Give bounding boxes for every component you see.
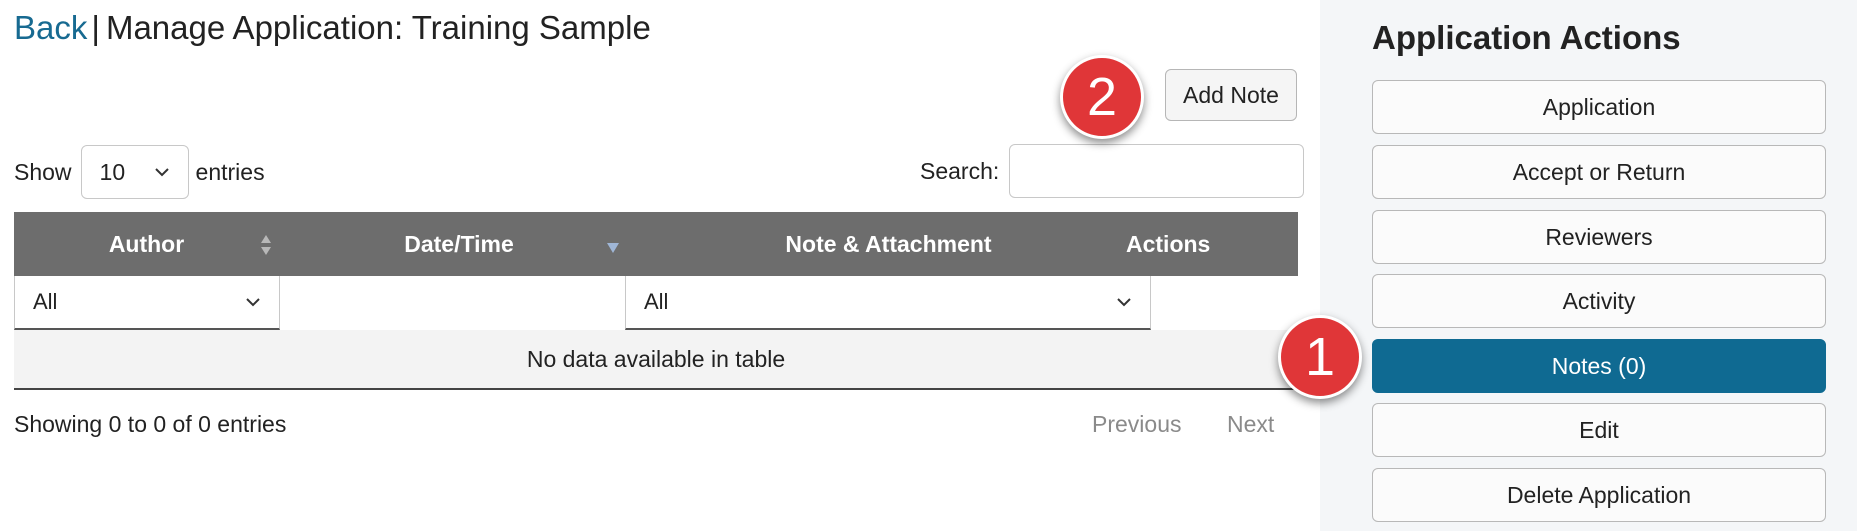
step-callout-1: 1 [1278,315,1362,399]
delete-application-button[interactable]: Delete Application [1372,468,1826,522]
entries-per-page-select[interactable]: 10 [80,145,189,199]
search-input[interactable] [1009,144,1305,198]
column-header-datetime[interactable]: Date/Time [279,212,639,276]
chevron-down-icon [1117,298,1131,307]
chevron-down-icon [246,298,260,307]
application-actions-sidebar: Application Actions Application Accept o… [1320,0,1857,531]
column-filter-row: All All [14,276,1298,330]
column-header-author[interactable]: Author [14,212,279,276]
activity-button[interactable]: Activity [1372,274,1826,328]
empty-table-message: No data available in table [14,330,1298,390]
search-label: Search: [920,157,1000,184]
reviewers-button[interactable]: Reviewers [1372,210,1826,264]
show-label: Show [14,158,72,185]
application-button[interactable]: Application [1372,80,1826,134]
table-header: Author Date/Time Note & Attachment Actio… [14,212,1298,276]
note-filter-value: All [644,289,669,314]
column-header-actions: Actions [1126,231,1211,257]
next-page-button[interactable]: Next [1227,409,1274,439]
author-filter-value: All [33,289,58,314]
previous-page-button[interactable]: Previous [1092,409,1181,439]
add-note-button[interactable]: Add Note [1165,69,1297,121]
header-separator: | [91,9,100,46]
entries-label: entries [195,158,265,185]
notes-button[interactable]: Notes (0) [1372,339,1826,393]
page-header: Back | Manage Application: Training Sample [14,6,651,50]
note-filter-select[interactable]: All [625,276,1151,330]
sort-both-icon [261,235,271,255]
entries-length-control: Show 10 entries [14,145,265,199]
step-callout-2: 2 [1060,55,1144,139]
back-link[interactable]: Back [14,9,87,46]
sort-descending-icon [607,243,619,253]
page-title: Manage Application: Training Sample [105,9,651,46]
table-info: Showing 0 to 0 of 0 entries [14,411,287,437]
search-control: Search: [920,144,1305,198]
sidebar-title: Application Actions [1372,19,1681,56]
edit-button[interactable]: Edit [1372,403,1826,457]
accept-or-return-button[interactable]: Accept or Return [1372,145,1826,199]
chevron-down-icon [154,168,169,177]
entries-per-page-value: 10 [99,158,126,185]
column-header-note-attachment[interactable]: Note & Attachment [626,212,1151,276]
notes-table: Author Date/Time Note & Attachment Actio… [14,212,1298,390]
author-filter-select[interactable]: All [14,276,280,330]
